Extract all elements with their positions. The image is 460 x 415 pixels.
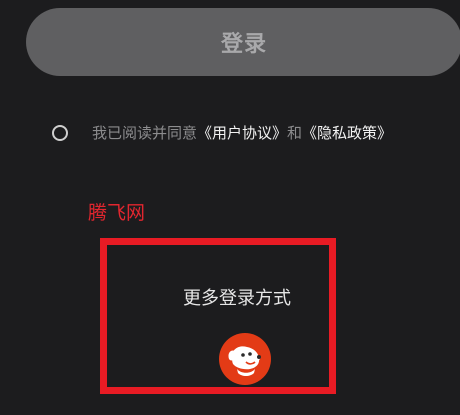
jd-dog-graphic — [228, 346, 261, 376]
highlight-box — [100, 238, 336, 394]
agreement-prefix: 我已阅读并同意 — [92, 124, 198, 142]
agreement-and: 和 — [287, 124, 303, 142]
agreement-row: 我已阅读并同意 《用户协议》 和 《隐私政策》 — [52, 122, 392, 143]
login-button-label: 登录 — [220, 32, 267, 57]
privacy-policy-link[interactable]: 《隐私政策》 — [302, 122, 392, 143]
agree-radio[interactable] — [52, 124, 68, 141]
login-screen: 登录 我已阅读并同意 《用户协议》 和 《隐私政策》 腾飞网 更多登录方式 — [0, 0, 460, 415]
user-agreement-link[interactable]: 《用户协议》 — [197, 122, 287, 143]
jd-dog-icon[interactable] — [219, 333, 271, 385]
login-button[interactable]: 登录 — [26, 8, 460, 76]
watermark-text: 腾飞网 — [88, 202, 146, 224]
more-login-label[interactable]: 更多登录方式 — [183, 284, 291, 310]
